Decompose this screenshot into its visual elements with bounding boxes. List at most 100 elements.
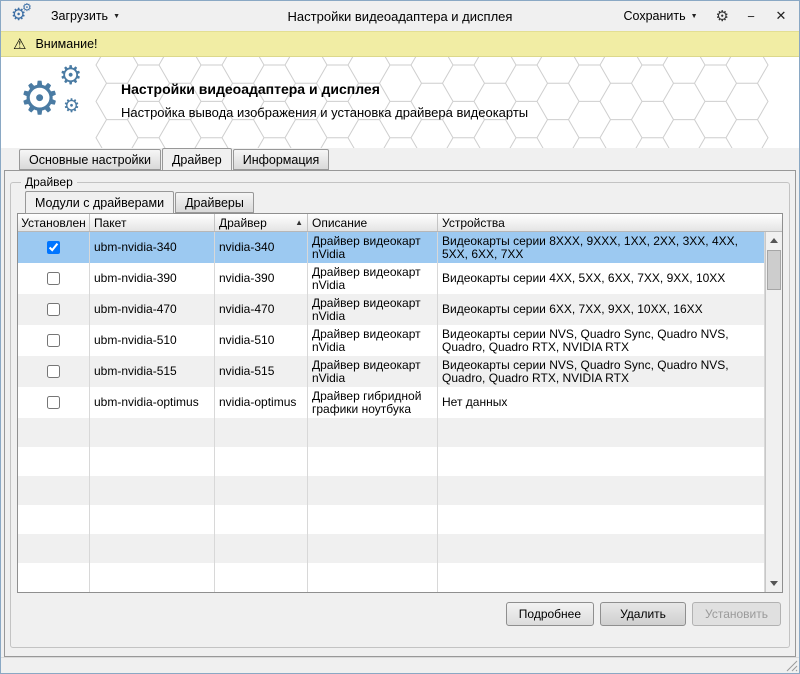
warning-text: Внимание!	[35, 37, 97, 51]
description-cell: Драйвер видеокарт nVidia	[308, 294, 438, 325]
installed-checkbox[interactable]	[47, 396, 60, 409]
column-header-devices[interactable]: Устройства	[438, 214, 782, 231]
save-dropdown-button[interactable]: Сохранить ▼	[619, 6, 701, 26]
description-cell: Драйвер гибридной графики ноутбука	[308, 387, 438, 418]
titlebar-left: ⚙ ⚙ Загрузить ▼	[11, 6, 124, 26]
scrollbar-thumb[interactable]	[767, 250, 781, 290]
driver-groupbox: Драйвер Модули с драйверами Драйверы Уст…	[10, 175, 790, 648]
table-empty-row	[18, 418, 765, 447]
chevron-down-icon: ▼	[113, 13, 120, 20]
gear-icon: ⚙	[19, 73, 60, 123]
installed-checkbox[interactable]	[47, 365, 60, 378]
empty-cell	[438, 534, 765, 563]
vertical-scrollbar[interactable]	[765, 232, 782, 592]
package-cell: ubm-nvidia-optimus	[90, 387, 215, 418]
table-row[interactable]: ubm-nvidia-510nvidia-510Драйвер видеокар…	[18, 325, 765, 356]
table-empty-row	[18, 447, 765, 476]
empty-cell	[215, 534, 308, 563]
empty-cell	[90, 534, 215, 563]
save-button-label: Сохранить	[623, 9, 685, 23]
column-header-package[interactable]: Пакет	[90, 214, 215, 231]
column-header-description[interactable]: Описание	[308, 214, 438, 231]
tab-basic-settings[interactable]: Основные настройки	[19, 149, 161, 170]
column-header-installed[interactable]: Установлен	[18, 214, 90, 231]
settings-gear-icon[interactable]: ⚙	[716, 9, 729, 24]
column-header-driver-label: Драйвер	[219, 216, 267, 230]
empty-cell	[90, 563, 215, 592]
driver-cell: nvidia-470	[215, 294, 308, 325]
devices-cell: Видеокарты серии 4XX, 5XX, 6XX, 7XX, 9XX…	[438, 263, 765, 294]
empty-cell	[438, 418, 765, 447]
driver-inner-tabstrip: Модули с драйверами Драйверы	[17, 191, 783, 213]
empty-cell	[308, 476, 438, 505]
scroll-down-button[interactable]	[766, 575, 782, 592]
empty-cell	[90, 476, 215, 505]
details-button[interactable]: Подробнее	[506, 602, 594, 626]
package-cell: ubm-nvidia-340	[90, 232, 215, 263]
titlebar-right: Сохранить ▼ ⚙ − ✕	[619, 6, 789, 26]
gear-icon: ⚙	[59, 61, 82, 89]
table-row[interactable]: ubm-nvidia-optimusnvidia-optimusДрайвер …	[18, 387, 765, 418]
tab-driver-modules[interactable]: Модули с драйверами	[25, 191, 174, 214]
installed-cell	[18, 387, 90, 418]
load-dropdown-button[interactable]: Загрузить ▼	[47, 6, 124, 26]
driver-cell: nvidia-510	[215, 325, 308, 356]
driver-cell: nvidia-340	[215, 232, 308, 263]
page-subtitle: Настройка вывода изображения и установка…	[121, 105, 528, 120]
header-text: Настройки видеоадаптера и дисплея Настро…	[121, 81, 528, 120]
tab-drivers[interactable]: Драйверы	[175, 192, 254, 213]
table-row[interactable]: ubm-nvidia-340nvidia-340Драйвер видеокар…	[18, 232, 765, 263]
table-row[interactable]: ubm-nvidia-390nvidia-390Драйвер видеокар…	[18, 263, 765, 294]
installed-cell	[18, 325, 90, 356]
action-button-row: Подробнее Удалить Установить	[17, 602, 783, 626]
package-cell: ubm-nvidia-515	[90, 356, 215, 387]
table-rows: ubm-nvidia-340nvidia-340Драйвер видеокар…	[18, 232, 765, 592]
empty-cell	[18, 505, 90, 534]
minimize-button[interactable]: −	[743, 9, 759, 24]
description-cell: Драйвер видеокарт nVidia	[308, 263, 438, 294]
installed-cell	[18, 232, 90, 263]
empty-cell	[18, 563, 90, 592]
devices-cell: Нет данных	[438, 387, 765, 418]
gear-icon: ⚙	[22, 1, 32, 15]
page-title: Настройки видеоадаптера и дисплея	[121, 81, 528, 97]
table-empty-row	[18, 505, 765, 534]
devices-cell: Видеокарты серии 8XXX, 9XXX, 1XX, 2XX, 3…	[438, 232, 765, 263]
close-button[interactable]: ✕	[773, 8, 789, 24]
empty-cell	[215, 418, 308, 447]
empty-cell	[438, 505, 765, 534]
empty-cell	[308, 447, 438, 476]
gear-icon: ⚙	[63, 97, 80, 117]
triangle-up-icon	[770, 238, 778, 243]
scroll-up-button[interactable]	[766, 232, 782, 249]
package-cell: ubm-nvidia-470	[90, 294, 215, 325]
empty-cell	[308, 563, 438, 592]
devices-cell: Видеокарты серии NVS, Quadro Sync, Quadr…	[438, 356, 765, 387]
table-row[interactable]: ubm-nvidia-470nvidia-470Драйвер видеокар…	[18, 294, 765, 325]
resize-grip-icon[interactable]	[785, 659, 798, 672]
table-row[interactable]: ubm-nvidia-515nvidia-515Драйвер видеокар…	[18, 356, 765, 387]
empty-cell	[308, 505, 438, 534]
empty-cell	[215, 476, 308, 505]
tab-driver[interactable]: Драйвер	[162, 148, 232, 171]
installed-checkbox[interactable]	[47, 241, 60, 254]
installed-checkbox[interactable]	[47, 303, 60, 316]
empty-cell	[438, 563, 765, 592]
main-tabstrip: Основные настройки Драйвер Информация	[1, 148, 799, 170]
chevron-down-icon: ▼	[691, 13, 698, 20]
triangle-down-icon	[770, 581, 778, 586]
package-cell: ubm-nvidia-390	[90, 263, 215, 294]
empty-cell	[90, 447, 215, 476]
empty-cell	[215, 563, 308, 592]
load-button-label: Загрузить	[51, 9, 108, 23]
table-empty-row	[18, 534, 765, 563]
installed-checkbox[interactable]	[47, 334, 60, 347]
devices-cell: Видеокарты серии 6XX, 7XX, 9XX, 10XX, 16…	[438, 294, 765, 325]
column-header-driver[interactable]: Драйвер ▲	[215, 214, 308, 231]
installed-checkbox[interactable]	[47, 272, 60, 285]
tab-information[interactable]: Информация	[233, 149, 330, 170]
empty-cell	[308, 534, 438, 563]
driver-table: Установлен Пакет Драйвер ▲ Описание Устр…	[17, 213, 783, 593]
delete-button[interactable]: Удалить	[600, 602, 686, 626]
empty-cell	[308, 418, 438, 447]
